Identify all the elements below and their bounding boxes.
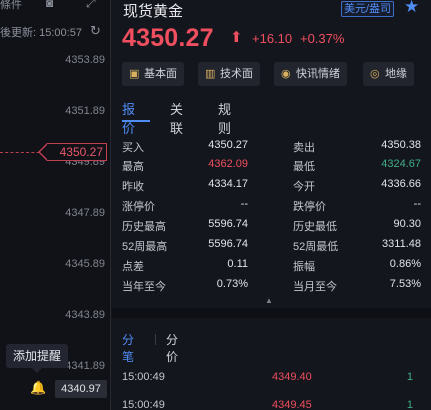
news-icon: ◉ xyxy=(281,68,291,80)
fundamentals-button[interactable]: ▣ 基本面 xyxy=(122,62,184,86)
ask-value: 4350.38 xyxy=(381,139,421,151)
52w-high-value: 5596.74 xyxy=(208,238,248,250)
geopolitics-label: 地缘 xyxy=(385,68,407,80)
trade-time: 15:00:49 xyxy=(122,371,165,383)
current-price-marker: 4350.27 xyxy=(38,143,107,161)
ytd-value: 0.73% xyxy=(216,278,248,290)
quote-row: 历史最高 5596.74 历史最低 90.30 xyxy=(122,218,421,236)
limit-down-value: -- xyxy=(413,198,421,210)
price-axis-tick: 4345.89 xyxy=(65,258,105,270)
quote-row: 最高 4362.09 最低 4324.67 xyxy=(122,158,421,176)
prev-close-label: 昨收 xyxy=(122,181,144,193)
ask-label: 卖出 xyxy=(293,142,315,154)
unit-badge: 美元/盎司 xyxy=(341,1,395,17)
spread-label: 点差 xyxy=(122,261,144,273)
tab-ticks[interactable]: 分笔 xyxy=(122,331,134,365)
trade-price: 4349.45 xyxy=(272,399,312,410)
active-tab-indicator xyxy=(122,120,150,122)
high-value: 4362.09 xyxy=(208,158,248,170)
fundamentals-label: 基本面 xyxy=(144,68,177,80)
price-axis-tick: 4341.89 xyxy=(65,360,105,372)
tab-separator xyxy=(155,334,156,345)
52w-low-value: 3311.48 xyxy=(382,238,421,250)
up-arrow-icon: ⬆ xyxy=(230,29,243,46)
quote-row: 当年至今 0.73% 当月至今 7.53% xyxy=(122,278,421,296)
quote-row: 买入 4350.27 卖出 4350.38 xyxy=(122,139,421,157)
price-axis-tick: 4353.89 xyxy=(65,54,105,66)
bid-value: 4350.27 xyxy=(208,139,248,151)
section-divider xyxy=(112,308,431,318)
price-change: +16.10 xyxy=(252,31,293,46)
price-change-percent: +0.37% xyxy=(300,31,345,46)
alert-bell-icon[interactable]: 🔔 xyxy=(30,380,46,396)
quote-row: 涨停价 -- 跌停价 -- xyxy=(122,198,421,216)
trade-quantity: 1 xyxy=(406,399,413,410)
trade-quantity: 1 xyxy=(406,371,413,383)
tab-price-levels[interactable]: 分价 xyxy=(166,331,178,365)
limit-down-label: 跌停价 xyxy=(293,201,326,213)
all-time-low-value: 90.30 xyxy=(393,218,421,230)
instrument-title: 现货黄金 xyxy=(123,3,184,20)
crosshair-price-label: 4340.97 xyxy=(55,380,107,398)
high-label: 最高 xyxy=(122,161,144,173)
limit-up-label: 涨停价 xyxy=(122,201,155,213)
open-value: 4336.66 xyxy=(381,178,421,190)
all-time-high-label: 历史最高 xyxy=(122,221,166,233)
update-time-label: 後更新: 15:00:57 xyxy=(0,27,82,39)
bid-label: 买入 xyxy=(122,142,144,154)
52w-high-label: 52周最高 xyxy=(122,241,168,253)
tab-related[interactable]: 关联 xyxy=(170,99,183,137)
limit-up-value: -- xyxy=(240,198,248,210)
quote-panel: 现货黄金 美元/盎司 ★ 4350.27 ⬆ +16.10 +0.37% ▣ 基… xyxy=(112,0,431,410)
52w-low-label: 52周最低 xyxy=(293,241,339,253)
news-sentiment-label: 快讯情绪 xyxy=(296,68,340,80)
trade-time: 15:00:49 xyxy=(122,399,165,410)
update-status: 後更新: 15:00:57 ↻ xyxy=(0,23,110,40)
fullscreen-icon[interactable]: ⤢ xyxy=(86,0,96,11)
chart-toolbar: 條件 ◙ ⤢ xyxy=(0,0,110,12)
last-price: 4350.27 xyxy=(122,24,214,52)
price-axis-tick: 4343.89 xyxy=(65,309,105,321)
price-axis-tick: 4347.89 xyxy=(65,207,105,219)
add-alert-tooltip: 添加提醒 xyxy=(6,344,68,373)
trade-row: 15:00:49 4349.40 1 xyxy=(122,371,421,387)
conditions-label: 條件 xyxy=(0,0,22,11)
quote-row: 点差 0.11 振幅 0.86% xyxy=(122,258,421,276)
trade-row: 15:00:49 4349.45 1 xyxy=(122,399,421,410)
all-time-high-value: 5596.74 xyxy=(208,218,248,230)
globe-icon: ◎ xyxy=(370,68,380,80)
low-label: 最低 xyxy=(293,161,315,173)
tab-quote[interactable]: 报价 xyxy=(122,99,135,137)
refresh-icon[interactable]: ↻ xyxy=(90,23,101,39)
technicals-label: 技术面 xyxy=(220,68,253,80)
quote-row: 52周最高 5596.74 52周最低 3311.48 xyxy=(122,238,421,256)
mtd-value: 7.53% xyxy=(389,278,421,290)
low-value: 4324.67 xyxy=(381,158,421,170)
technicals-button[interactable]: ▥ 技术面 xyxy=(198,62,260,86)
calendar-icon: ▣ xyxy=(129,68,140,80)
news-sentiment-button[interactable]: ◉ 快讯情绪 xyxy=(274,62,347,86)
trade-price: 4349.40 xyxy=(272,371,312,383)
amplitude-label: 振幅 xyxy=(293,261,315,273)
analysis-toolbar: ▣ 基本面 ▥ 技术面 ◉ 快讯情绪 ◎ 地缘 xyxy=(122,62,431,86)
amplitude-value: 0.86% xyxy=(389,258,421,270)
ytd-label: 当年至今 xyxy=(122,281,166,293)
geopolitics-button[interactable]: ◎ 地缘 xyxy=(363,62,414,86)
bar-chart-icon: ▥ xyxy=(205,68,216,80)
price-axis-tick: 4351.89 xyxy=(65,105,105,117)
spread-value: 0.11 xyxy=(227,258,248,270)
mtd-label: 当月至今 xyxy=(293,281,337,293)
all-time-low-label: 历史最低 xyxy=(293,221,337,233)
tab-rules[interactable]: 规则 xyxy=(218,99,231,137)
favorite-star-icon[interactable]: ★ xyxy=(404,0,419,17)
screenshot-icon[interactable]: ◙ xyxy=(46,0,53,10)
prev-close-value: 4334.17 xyxy=(208,178,248,190)
quote-row: 昨收 4334.17 今开 4336.66 xyxy=(122,178,421,196)
open-label: 今开 xyxy=(293,181,315,193)
price-chart[interactable]: 條件 ◙ ⤢ 後更新: 15:00:57 ↻ 4353.89 4351.89 4… xyxy=(0,0,111,410)
collapse-chevron-up-icon[interactable]: ▲ xyxy=(257,297,281,305)
